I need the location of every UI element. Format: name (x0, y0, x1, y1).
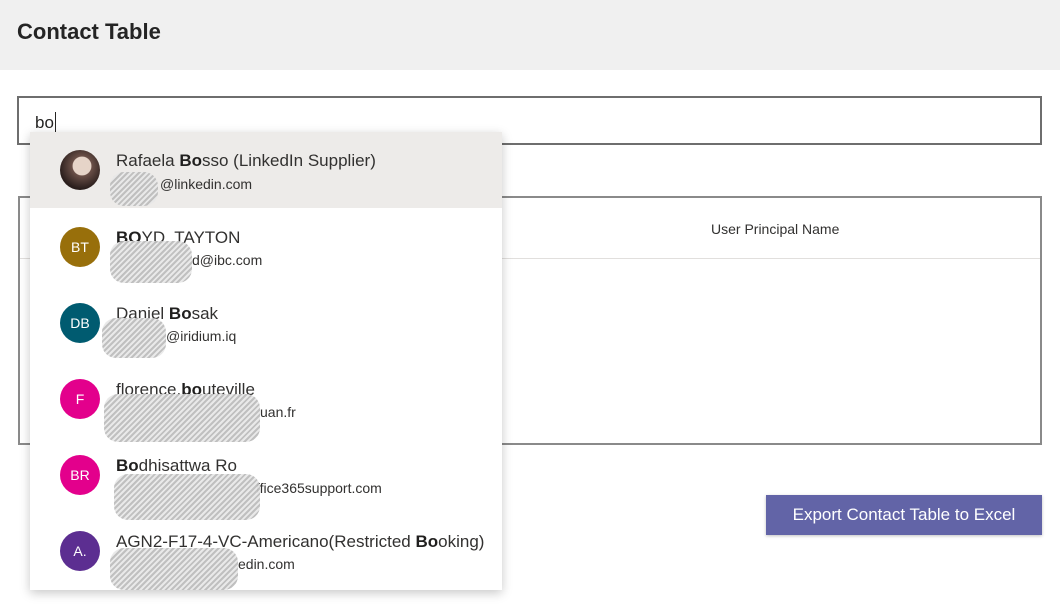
search-input-value: bo (35, 112, 56, 132)
suggestion-item[interactable]: BT BOYD, TAYTON d@ibc.com (30, 208, 502, 284)
suggestion-name: Rafaela Bosso (LinkedIn Supplier) (116, 151, 376, 170)
avatar-initials: BT (60, 227, 100, 267)
suggestion-email: @linkedin.com (160, 176, 253, 192)
redaction-scribble (102, 318, 166, 358)
redaction-scribble (110, 172, 158, 206)
redaction-scribble (104, 394, 260, 442)
redaction-scribble (110, 548, 238, 590)
suggestion-email: edin.com (238, 556, 295, 572)
avatar-initials: F (60, 379, 100, 419)
suggestion-item[interactable]: BR Bodhisattwa Ro ffice365support.com (30, 436, 502, 520)
suggestion-item[interactable]: Rafaela Bosso (LinkedIn Supplier) @linke… (30, 132, 502, 208)
suggestion-item[interactable]: A. AGN2-F17-4-VC-Americano(Restricted Bo… (30, 512, 502, 590)
avatar-photo (60, 150, 100, 190)
suggestion-item[interactable]: DB Daniel Bosak @iridium.iq (30, 284, 502, 360)
avatar-initials: A. (60, 531, 100, 571)
page-title: Contact Table (17, 19, 161, 44)
redaction-scribble (110, 241, 192, 283)
people-suggestions-dropdown: Rafaela Bosso (LinkedIn Supplier) @linke… (30, 132, 502, 590)
app-header: Contact Table (0, 0, 1060, 70)
column-header-user-principal-name[interactable]: User Principal Name (711, 221, 839, 237)
avatar-initials: BR (60, 455, 100, 495)
suggestion-name: Bodhisattwa Ro (116, 456, 237, 475)
suggestion-email: d@ibc.com (192, 252, 263, 268)
suggestion-email: uan.fr (260, 404, 296, 420)
suggestion-email: @iridium.iq (166, 328, 237, 344)
avatar-initials: DB (60, 303, 100, 343)
text-caret (54, 112, 56, 132)
suggestion-email: ffice365support.com (256, 480, 382, 496)
export-to-excel-button[interactable]: Export Contact Table to Excel (766, 495, 1042, 535)
suggestion-item[interactable]: F florence.bouteville uan.fr (30, 360, 502, 442)
